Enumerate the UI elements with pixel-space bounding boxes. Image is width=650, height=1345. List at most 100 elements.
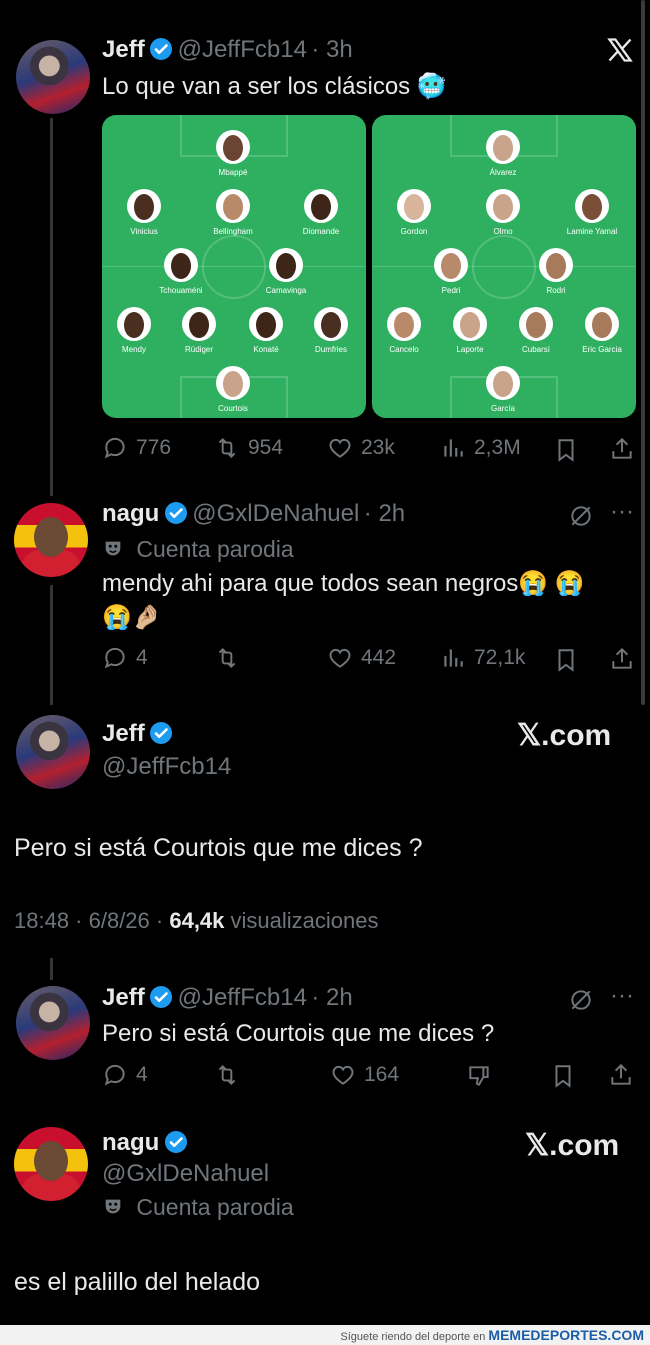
like-count: 442 [361, 646, 397, 669]
thread-line [50, 118, 53, 496]
more-options-icon[interactable]: ··· [610, 982, 634, 1010]
retweet-button[interactable]: 954 [214, 435, 283, 461]
player-name: Álvarez [489, 168, 517, 177]
player-marker: Rüdiger [164, 307, 234, 354]
reply-button[interactable]: 776 [102, 435, 171, 461]
avatar[interactable] [14, 1127, 88, 1201]
player-marker: Bellingham [198, 189, 268, 236]
like-button[interactable]: 164 [330, 1062, 399, 1088]
verified-icon [164, 1131, 187, 1153]
footer-prefix: Síguete riendo del deporte en [340, 1331, 486, 1343]
avatar[interactable] [16, 40, 90, 114]
player-marker: Camavinga [251, 248, 321, 295]
player-marker: Diomande [286, 189, 356, 236]
display-name[interactable]: nagu [102, 500, 159, 527]
views-button[interactable]: 72,1k [440, 645, 525, 671]
player-name: Konaté [253, 345, 279, 354]
reply-count: 776 [136, 436, 172, 459]
display-name[interactable]: nagu [102, 1129, 159, 1156]
like-count: 164 [364, 1063, 400, 1086]
player-marker: Mbappé [198, 130, 268, 177]
grok-icon[interactable] [568, 987, 594, 1013]
tweet-text: Lo que van a ser los clásicos 🥶 [102, 73, 447, 100]
grok-icon[interactable] [568, 503, 594, 529]
reply-button[interactable]: 4 [102, 1062, 148, 1088]
reply-button[interactable]: 4 [102, 645, 148, 671]
avatar[interactable] [16, 715, 90, 789]
bookmark-icon[interactable] [553, 647, 579, 673]
retweet-button[interactable] [214, 1062, 240, 1088]
x-logo-icon[interactable] [606, 36, 634, 64]
handle[interactable]: @JeffFcb14 [178, 36, 307, 63]
views-label: visualizaciones [230, 908, 379, 933]
player-name: Lamine Yamal [566, 227, 618, 236]
retweet-icon [218, 437, 236, 459]
parody-label-text: Cuenta parodia [136, 536, 294, 562]
player-marker: Olmo [468, 189, 538, 236]
more-options-icon[interactable]: ··· [610, 498, 634, 526]
player-name: Cancelo [389, 345, 419, 354]
player-marker: Gordon [379, 189, 449, 236]
timestamp[interactable]: · 3h [311, 36, 352, 63]
avatar[interactable] [14, 503, 88, 577]
share-icon[interactable] [609, 646, 635, 672]
handle[interactable]: @JeffFcb14 [178, 984, 307, 1011]
player-marker: Konaté [231, 307, 301, 354]
player-name: Mendy [121, 345, 146, 354]
player-name: Tchouaméni [159, 286, 203, 295]
card-header: nagu [102, 1129, 188, 1157]
verified-icon [150, 986, 173, 1008]
card-text: es el palillo del helado [14, 1268, 261, 1296]
analytics-icon [444, 439, 463, 457]
avatar[interactable] [16, 986, 90, 1060]
player-name: Mbappé [218, 168, 248, 177]
player-name: García [490, 404, 515, 413]
tweet-text: Pero si está Courtois que me dices ? [102, 1020, 495, 1047]
footer-site[interactable]: MEMEDEPORTES.COM [488, 1327, 644, 1343]
tweet-text-line2: 😭🤌🏼 [102, 604, 162, 631]
display-name[interactable]: Jeff [102, 36, 145, 63]
player-marker: Rodri [521, 248, 591, 295]
display-name[interactable]: Jeff [102, 984, 145, 1011]
player-name: Pedri [441, 286, 461, 295]
like-button[interactable]: 23k [327, 435, 395, 461]
share-icon[interactable] [608, 1062, 634, 1088]
handle[interactable]: @GxlDeNahuel [192, 500, 359, 527]
retweet-icon [218, 1064, 236, 1086]
parody-label: Cuenta parodia [102, 1194, 294, 1221]
bookmark-icon[interactable] [553, 437, 579, 463]
player-name: Courtois [218, 404, 248, 413]
views-button[interactable]: 2,3M [440, 435, 521, 461]
scrollbar[interactable] [641, 0, 645, 705]
post-time[interactable]: 18:48 · 6/8/26 · [14, 908, 163, 933]
player-marker: Mendy [99, 307, 169, 354]
display-name[interactable]: Jeff [102, 720, 145, 747]
bookmark-icon[interactable] [550, 1063, 576, 1089]
view-count: 72,1k [474, 646, 526, 669]
retweet-button[interactable] [214, 645, 240, 671]
timestamp[interactable]: · 2h [311, 984, 352, 1011]
downvote-icon[interactable] [466, 1063, 492, 1089]
player-name: Rüdiger [184, 345, 213, 354]
reply-count: 4 [136, 1063, 148, 1086]
player-marker: Pedri [416, 248, 486, 295]
like-button[interactable]: 442 [327, 645, 396, 671]
like-count: 23k [361, 436, 395, 459]
watermark-footer: Síguete riendo del deporte en MEMEDEPORT… [0, 1325, 650, 1345]
player-marker: Tchouaméni [146, 248, 216, 295]
handle[interactable]: @JeffFcb14 [102, 753, 231, 781]
heart-icon [332, 1065, 354, 1085]
verified-icon [150, 38, 173, 60]
handle[interactable]: @GxlDeNahuel [102, 1160, 269, 1188]
heart-icon [329, 648, 351, 668]
tweet-text: mendy ahi para que todos sean negros😭 😭 [102, 570, 585, 597]
timestamp[interactable]: · 2h [364, 500, 405, 527]
reply-icon [104, 437, 125, 459]
player-name: Laporte [456, 345, 484, 354]
reply-count: 4 [136, 646, 148, 669]
tweet-header: Jeff @JeffFcb14 · 2h [102, 984, 353, 1012]
player-name: Rodri [546, 286, 566, 295]
retweet-icon [218, 647, 236, 669]
share-icon[interactable] [609, 436, 635, 462]
card-header: Jeff [102, 720, 173, 748]
